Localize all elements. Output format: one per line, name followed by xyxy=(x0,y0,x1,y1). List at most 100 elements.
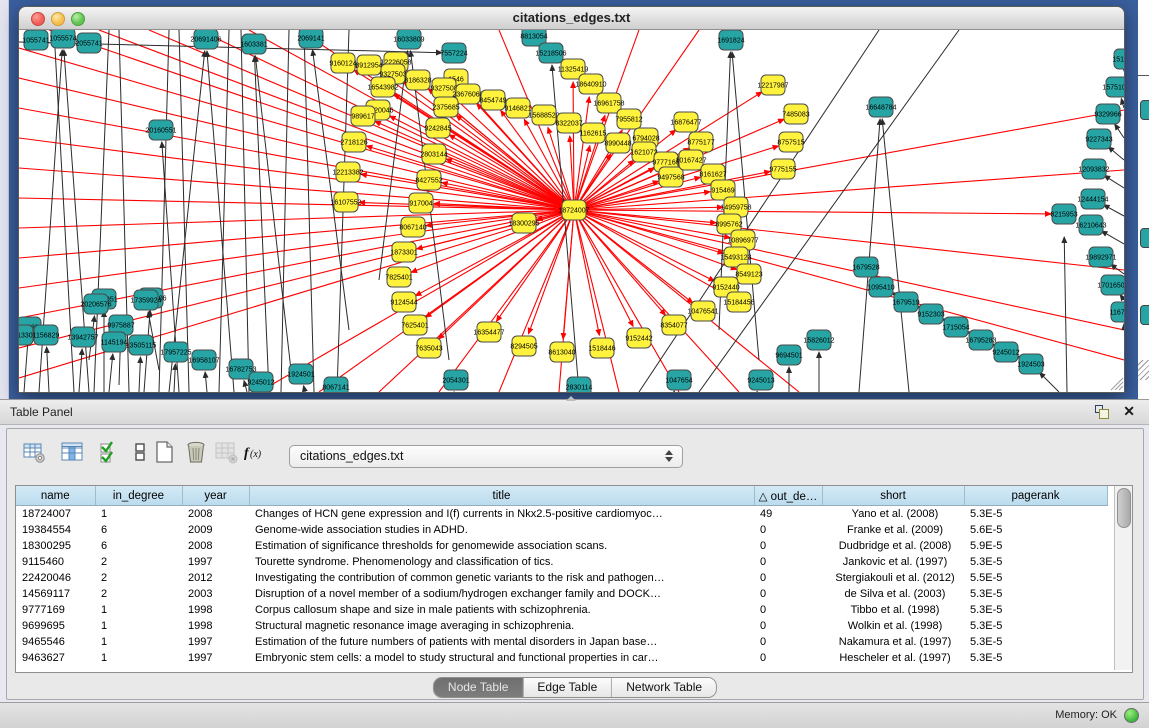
graph-node[interactable]: 8613040 xyxy=(548,342,575,362)
graph-node[interactable]: 8990448 xyxy=(604,133,631,153)
table-cell[interactable]: 6 xyxy=(95,522,182,538)
graph-node[interactable]: 8454749 xyxy=(479,90,506,110)
graph-node[interactable]: 20160551 xyxy=(145,120,176,140)
table-cell[interactable]: Nakamura et al. (1997) xyxy=(822,634,964,650)
table-row[interactable]: 1830029562008Estimation of significance … xyxy=(16,538,1107,554)
graph-node[interactable]: 16648784 xyxy=(865,97,896,117)
hub-node[interactable]: 18724007 xyxy=(558,200,589,220)
table-cell[interactable]: Disruption of a novel member of a sodium… xyxy=(249,586,754,602)
table-cell[interactable]: 5.3E-5 xyxy=(964,634,1107,650)
table-cell[interactable]: 18724007 xyxy=(16,506,95,523)
table-select-dropdown[interactable]: citations_edges.txt xyxy=(289,445,683,468)
table-cell[interactable]: 14569117 xyxy=(16,586,95,602)
graph-node[interactable]: 16210643 xyxy=(1075,215,1106,235)
table-cell[interactable]: 2003 xyxy=(182,586,249,602)
graph-node[interactable]: 1055741 xyxy=(22,30,49,50)
table-cell[interactable]: Investigating the contribution of common… xyxy=(249,570,754,586)
scrollbar-thumb[interactable] xyxy=(1117,488,1131,528)
table-cell[interactable]: 5.5E-5 xyxy=(964,570,1107,586)
graph-node[interactable]: 17359924 xyxy=(130,290,161,310)
table-cell[interactable]: 5.3E-5 xyxy=(964,618,1107,634)
table-cell[interactable]: 9465546 xyxy=(16,634,95,650)
graph-node[interactable]: 9242845 xyxy=(424,118,451,138)
table-cell[interactable]: 1997 xyxy=(182,634,249,650)
table-cell[interactable]: 0 xyxy=(754,538,822,554)
graph-node[interactable]: 1873301 xyxy=(390,242,417,262)
function-builder-icon[interactable]: f (x) xyxy=(241,439,267,465)
graph-node[interactable]: 2069141 xyxy=(297,30,324,48)
table-cell[interactable]: Structural magnetic resonance image aver… xyxy=(249,618,754,634)
column-header-title[interactable]: title xyxy=(249,486,754,506)
graph-node[interactable]: 8775177 xyxy=(687,132,714,152)
table-cell[interactable]: 1 xyxy=(95,650,182,666)
graph-node[interactable]: 1518446 xyxy=(588,338,615,358)
table-cell[interactable]: 0 xyxy=(754,586,822,602)
graph-node[interactable]: 7625401 xyxy=(401,315,428,335)
graph-node[interactable]: 8067140 xyxy=(399,217,426,237)
table-cell[interactable]: Tourette syndrome. Phenomenology and cla… xyxy=(249,554,754,570)
table-cell[interactable]: 5.3E-5 xyxy=(964,554,1107,570)
graph-node[interactable]: 1095410 xyxy=(867,277,894,297)
graph-node[interactable]: 1517104 xyxy=(1112,49,1124,69)
table-cell[interactable]: 1998 xyxy=(182,618,249,634)
graph-node[interactable]: 989617 xyxy=(351,106,375,126)
column-header-in_degree[interactable]: in_degree xyxy=(95,486,182,506)
graph-node[interactable]: 18300295 xyxy=(508,213,539,233)
graph-node[interactable]: 8757515 xyxy=(777,132,804,152)
table-cell[interactable]: 2008 xyxy=(182,538,249,554)
table-cell[interactable]: 18300295 xyxy=(16,538,95,554)
network-canvas[interactable]: 9160124891295412226058932750316543982818… xyxy=(19,30,1124,392)
graph-node[interactable]: 20691406 xyxy=(190,30,221,49)
table-cell[interactable]: 5.6E-5 xyxy=(964,522,1107,538)
table-cell[interactable]: Changes of HCN gene expression and I(f) … xyxy=(249,506,754,523)
table-row[interactable]: 1872400712008Changes of HCN gene express… xyxy=(16,506,1107,523)
graph-node[interactable]: 17957225 xyxy=(160,342,191,362)
graph-node[interactable]: 9775155 xyxy=(769,159,796,179)
table-cell[interactable]: 0 xyxy=(754,618,822,634)
graph-node[interactable]: 1679528 xyxy=(852,257,879,277)
graph-node[interactable]: 1167531 xyxy=(1110,302,1124,322)
table-settings-icon[interactable] xyxy=(21,439,47,465)
table-cell[interactable]: Genome-wide association studies in ADHD. xyxy=(249,522,754,538)
table-cell[interactable]: Hescheler et al. (1997) xyxy=(822,650,964,666)
graph-node[interactable]: 2054301 xyxy=(442,370,469,390)
table-cell[interactable]: Wolkin et al. (1998) xyxy=(822,618,964,634)
graph-node[interactable]: 12093832 xyxy=(1078,159,1109,179)
graph-node[interactable]: 9124544 xyxy=(390,292,417,312)
table-cell[interactable]: 2 xyxy=(95,554,182,570)
graph-node[interactable]: 16958107 xyxy=(188,350,219,370)
table-cell[interactable]: 2 xyxy=(95,570,182,586)
table-row[interactable]: 1938455462009Genome-wide association stu… xyxy=(16,522,1107,538)
graph-node[interactable]: 1715054 xyxy=(942,317,969,337)
graph-node[interactable]: 8322037 xyxy=(555,113,582,133)
graph-node[interactable]: 8215953 xyxy=(1050,204,1077,224)
graph-node[interactable]: 1924503 xyxy=(1017,354,1044,374)
graph-node[interactable]: 391330 xyxy=(19,325,33,345)
table-cell[interactable]: Dudbridge et al. (2008) xyxy=(822,538,964,554)
graph-node[interactable]: 1145194 xyxy=(101,332,128,352)
graph-node[interactable]: 2830114 xyxy=(566,377,593,392)
table-cell[interactable]: Embryonic stem cells: a model to study s… xyxy=(249,650,754,666)
graph-node[interactable]: 1679519 xyxy=(892,292,919,312)
graph-node[interactable]: 19892971 xyxy=(1085,247,1116,267)
graph-node[interactable]: 2718126 xyxy=(340,132,367,152)
graph-node[interactable]: 16795283 xyxy=(965,330,996,350)
table-cell[interactable]: 0 xyxy=(754,650,822,666)
graph-node[interactable]: 16107552 xyxy=(330,192,361,212)
graph-node[interactable]: 9497568 xyxy=(657,167,684,187)
float-panel-icon[interactable] xyxy=(1095,405,1109,419)
delete-trash-icon[interactable] xyxy=(183,439,209,465)
graph-node[interactable]: 8549123 xyxy=(735,264,762,284)
table-row[interactable]: 1456911722003Disruption of a novel membe… xyxy=(16,586,1107,602)
graph-node[interactable]: 2055741 xyxy=(75,33,102,53)
graph-node[interactable]: 1162615 xyxy=(580,123,607,143)
graph-node[interactable]: 13505115 xyxy=(126,335,157,355)
graph-node[interactable]: 16354477 xyxy=(473,322,504,342)
table-cell[interactable]: 5.3E-5 xyxy=(964,602,1107,618)
close-panel-icon[interactable]: ✕ xyxy=(1123,403,1135,420)
graph-node[interactable]: 12217987 xyxy=(757,75,788,95)
graph-node[interactable]: 15751074 xyxy=(1102,77,1124,97)
table-cell[interactable]: Yano et al. (2008) xyxy=(822,506,964,523)
table-row[interactable]: 911546021997Tourette syndrome. Phenomeno… xyxy=(16,554,1107,570)
table-cell[interactable]: 2009 xyxy=(182,522,249,538)
